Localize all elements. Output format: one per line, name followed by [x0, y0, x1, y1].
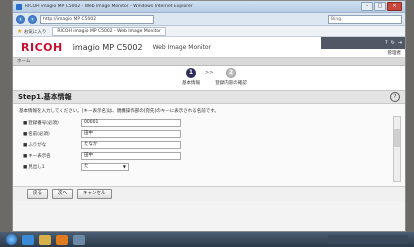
app-header: RICOH imagio MP C5002 Web Image Monitor …: [13, 37, 405, 58]
form-row-registration-number: ■登録番号(必須) 00001: [23, 119, 181, 127]
ie-icon: [16, 3, 22, 10]
address-row: ‹ › http://imagio MP C5002 Bing: [13, 13, 405, 26]
instructions: 基本情報を入力してください。[キー表示名]は、親機操作部の[宛先]のキーに表示さ…: [19, 109, 219, 114]
user-label: 管理者: [387, 51, 402, 56]
close-button[interactable]: ✕: [387, 2, 402, 11]
favorites-bar: ★ お気に入り RICOH imagio MP C5002 - Web Imag…: [13, 26, 405, 37]
home-breadcrumb[interactable]: ホーム: [13, 58, 405, 66]
bullet-icon: ■: [23, 121, 28, 126]
name-field[interactable]: 田中: [81, 130, 181, 138]
media-player-taskbar-icon[interactable]: [56, 234, 68, 245]
step-2-circle: 2: [226, 68, 236, 78]
browser-window: RICOH imagio MP C5002 - Web Image Monito…: [12, 0, 406, 232]
start-button-icon[interactable]: [6, 234, 17, 245]
star-icon: ★: [17, 27, 23, 35]
scrollbar-thumb[interactable]: [394, 129, 400, 147]
folder-taskbar-icon[interactable]: [39, 234, 51, 245]
section-header: Step1.基本情報 ?: [13, 90, 405, 104]
back-icon[interactable]: ‹: [16, 14, 25, 24]
next-button[interactable]: 次へ: [52, 189, 73, 199]
bullet-icon: ■: [23, 132, 28, 137]
maximize-button[interactable]: □: [374, 2, 386, 11]
step-1-label: 基本情報: [182, 81, 200, 86]
cancel-button[interactable]: キャンセル: [77, 189, 112, 199]
help-icon[interactable]: ?: [390, 92, 400, 102]
favorites-button[interactable]: ★ お気に入り: [17, 28, 46, 35]
app-subtitle: Web Image Monitor: [152, 43, 212, 51]
top-toolbar: ? ↻ ⇥: [321, 37, 405, 49]
vertical-scrollbar[interactable]: [393, 116, 401, 182]
bullet-icon: ■: [23, 154, 28, 159]
refresh-icon[interactable]: ↻: [391, 40, 395, 46]
window-title: RICOH imagio MP C5002 - Web Image Monito…: [25, 4, 193, 9]
minimize-button[interactable]: –: [361, 2, 373, 11]
system-tray: [328, 235, 408, 244]
bullet-icon: ■: [23, 165, 28, 170]
logout-icon[interactable]: ⇥: [398, 40, 402, 46]
form-row-heading-1: ■見出し1 た ▼: [23, 163, 129, 171]
form-row-name: ■名前(必須) 田中: [23, 130, 181, 138]
step-1-circle: 1: [186, 68, 196, 78]
browser-tab[interactable]: RICOH imagio MP C5002 - Web Image Monito…: [52, 26, 166, 36]
app-taskbar-icon[interactable]: [73, 234, 85, 245]
chevron-down-icon: ▼: [122, 164, 126, 169]
search-input[interactable]: Bing: [328, 14, 402, 24]
model-name: imagio MP C5002: [72, 42, 143, 52]
form-area: 基本情報を入力してください。[キー表示名]は、親機操作部の[宛先]のキーに表示さ…: [13, 104, 405, 186]
title-bar: RICOH imagio MP C5002 - Web Image Monito…: [13, 1, 405, 13]
forward-icon[interactable]: ›: [28, 14, 37, 24]
step-2: 2 登録内容の確認: [211, 68, 251, 86]
window-controls: – □ ✕: [361, 2, 402, 11]
step-indicator: 1 基本情報 >> 2 登録内容の確認: [13, 66, 405, 90]
section-title: Step1.基本情報: [18, 93, 72, 101]
bullet-icon: ■: [23, 143, 28, 148]
step-2-label: 登録内容の確認: [215, 81, 247, 86]
button-bar: 戻る 次へ キャンセル: [13, 186, 405, 201]
back-button[interactable]: 戻る: [27, 189, 48, 199]
key-display-name-field[interactable]: 田中: [81, 152, 181, 160]
brand-logo: RICOH: [21, 40, 63, 54]
taskbar: [0, 232, 414, 247]
address-bar[interactable]: http://imagio MP C5002: [40, 14, 154, 24]
furigana-field[interactable]: たなか: [81, 141, 181, 149]
form-row-furigana: ■ふりがな たなか: [23, 141, 181, 149]
ie-taskbar-icon[interactable]: [22, 234, 34, 245]
form-row-key-display-name: ■キー表示名 田中: [23, 152, 181, 160]
registration-number-field[interactable]: 00001: [81, 119, 181, 127]
heading-1-select[interactable]: た ▼: [81, 163, 129, 171]
help-menu-icon[interactable]: ?: [385, 40, 388, 46]
